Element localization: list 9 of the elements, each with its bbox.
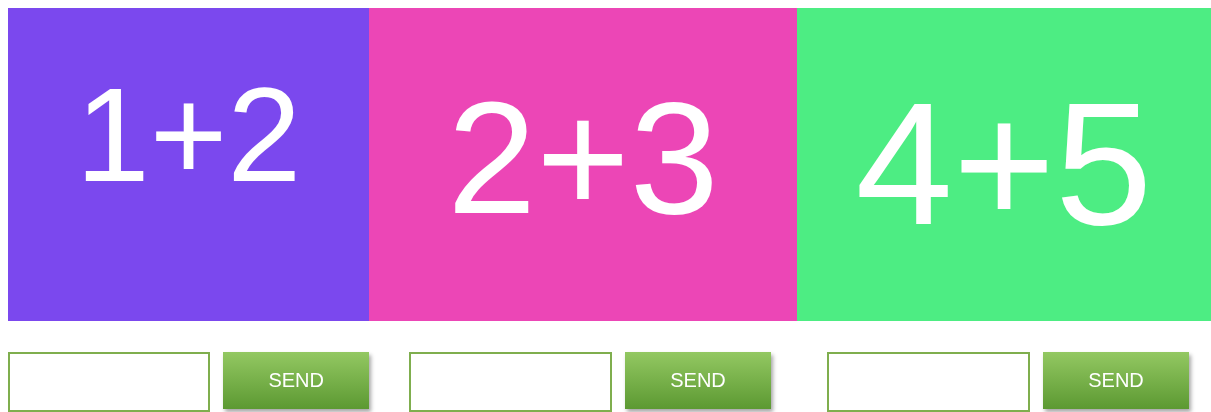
answer-field[interactable] (409, 352, 612, 412)
send-button[interactable]: SEND (223, 352, 369, 409)
math-expression: 1+2 (75, 69, 302, 202)
answer-field[interactable] (8, 352, 211, 412)
math-expression: 2+3 (447, 78, 719, 238)
answer-field[interactable] (827, 352, 1030, 412)
send-button[interactable]: SEND (1043, 352, 1189, 409)
math-expression: 4+5 (855, 76, 1153, 251)
send-button[interactable]: SEND (625, 352, 771, 409)
